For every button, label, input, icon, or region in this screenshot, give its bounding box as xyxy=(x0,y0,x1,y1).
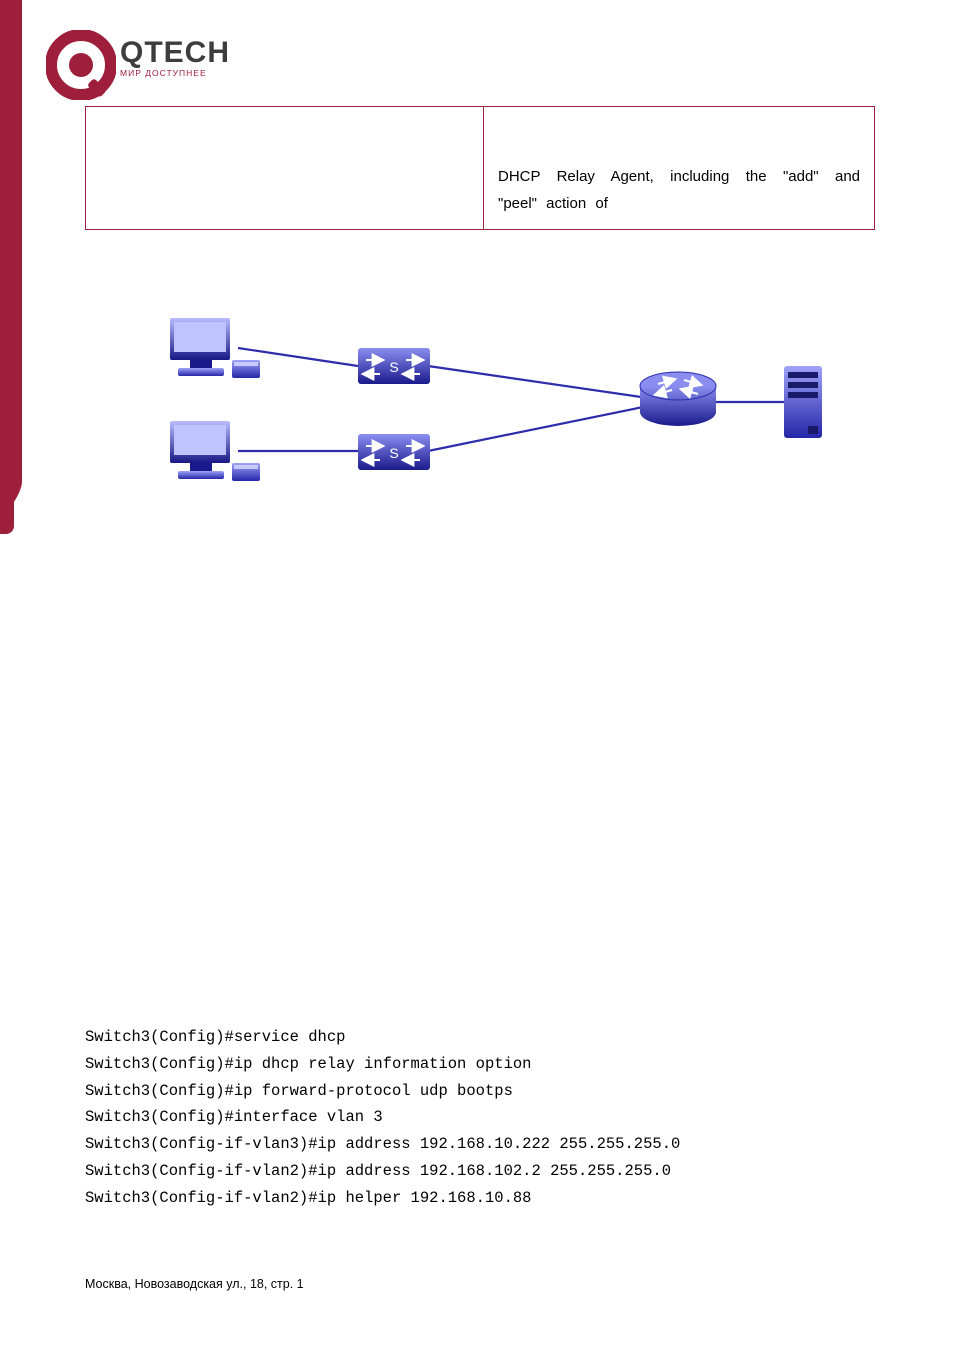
code-line: Switch3(Config-if-vlan3)#ip address 192.… xyxy=(85,1135,680,1153)
code-line: Switch3(Config)#service dhcp xyxy=(85,1028,345,1046)
logo: QTECH МИР ДОСТУПНЕЕ xyxy=(46,28,226,108)
table-left-cell xyxy=(86,107,484,229)
table-row: DHCP Relay Agent, including the "add" an… xyxy=(86,107,874,229)
footer-address: Москва, Новозаводская ул., 18, стр. 1 xyxy=(85,1277,304,1291)
code-line: Switch3(Config-if-vlan2)#ip address 192.… xyxy=(85,1162,671,1180)
code-line: Switch3(Config)#interface vlan 3 xyxy=(85,1108,383,1126)
table-right-cell: DHCP Relay Agent, including the "add" an… xyxy=(484,107,874,229)
switch-relay-1-icon: S xyxy=(358,348,430,384)
relay-label-1: S xyxy=(389,359,398,375)
layer3-switch-icon xyxy=(640,372,716,426)
code-line: Switch3(Config)#ip forward-protocol udp … xyxy=(85,1082,513,1100)
relay-label-2: S xyxy=(389,445,398,461)
side-red-accent xyxy=(0,0,34,520)
network-diagram: S S xyxy=(148,286,838,506)
logo-q-icon xyxy=(46,30,116,100)
page: QTECH МИР ДОСТУПНЕЕ DHCP Relay Agent, in… xyxy=(0,0,954,1350)
dhcp-server-icon xyxy=(784,366,822,438)
logo-brand-text: QTECH xyxy=(120,36,230,70)
cli-code-block: Switch3(Config)#service dhcp Switch3(Con… xyxy=(85,1024,680,1212)
switch-relay-2-icon: S xyxy=(358,434,430,470)
code-line: Switch3(Config-if-vlan2)#ip helper 192.1… xyxy=(85,1189,531,1207)
code-line: Switch3(Config)#ip dhcp relay informatio… xyxy=(85,1055,531,1073)
client-pc-1-icon xyxy=(170,318,260,378)
command-table: DHCP Relay Agent, including the "add" an… xyxy=(85,106,875,230)
